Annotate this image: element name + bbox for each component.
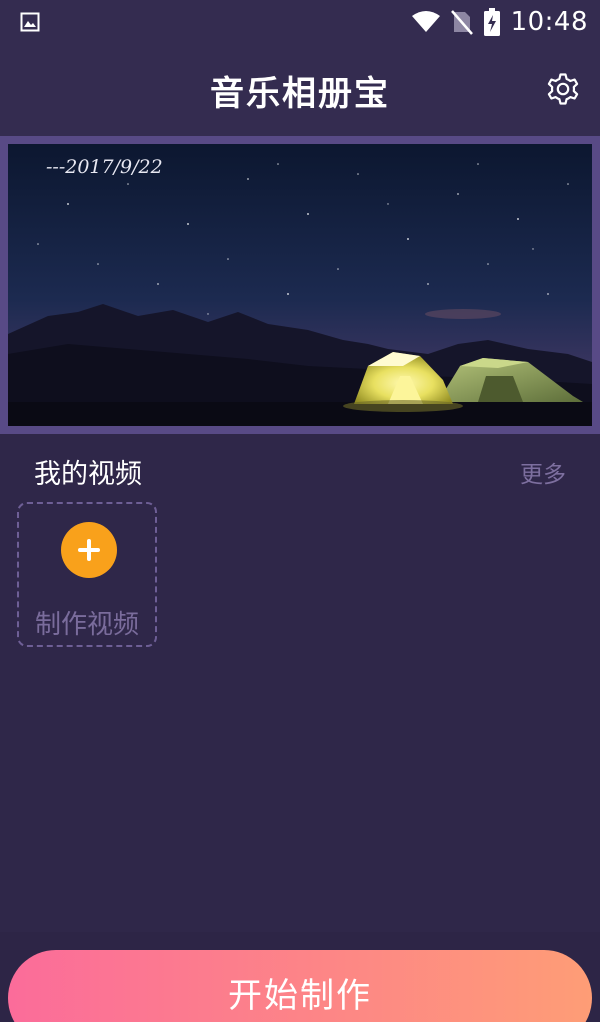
- wifi-icon: [411, 11, 440, 32]
- gear-icon[interactable]: [544, 70, 582, 108]
- make-video-card[interactable]: 制作视频: [17, 502, 157, 647]
- no-sim-icon: [450, 10, 473, 35]
- status-bar: 10:48: [0, 0, 600, 44]
- app-title: 音乐相册宝: [210, 74, 390, 114]
- my-videos-title: 我的视频: [34, 459, 142, 490]
- status-time: 10:48: [510, 7, 588, 37]
- banner-image[interactable]: ---2017/9/22: [8, 144, 592, 426]
- plus-icon[interactable]: [61, 522, 117, 578]
- more-link[interactable]: 更多: [520, 455, 566, 489]
- battery-charging-icon: [483, 8, 500, 36]
- app-screen: 10:48 音乐相册宝 ---2017/9/22 我的视频 更多 制作视频 开始…: [0, 0, 600, 1022]
- banner-date: ---2017/9/22: [46, 156, 163, 178]
- night-sky-tents-illustration: [8, 144, 592, 426]
- make-video-label: 制作视频: [34, 610, 139, 640]
- status-icons: 10:48: [411, 0, 588, 44]
- app-bar: 音乐相册宝: [0, 44, 600, 136]
- banner-frame: ---2017/9/22: [0, 136, 600, 434]
- start-making-button[interactable]: 开始制作: [8, 950, 592, 1022]
- start-making-label: 开始制作: [228, 976, 372, 1016]
- gallery-notification-icon: [20, 12, 40, 32]
